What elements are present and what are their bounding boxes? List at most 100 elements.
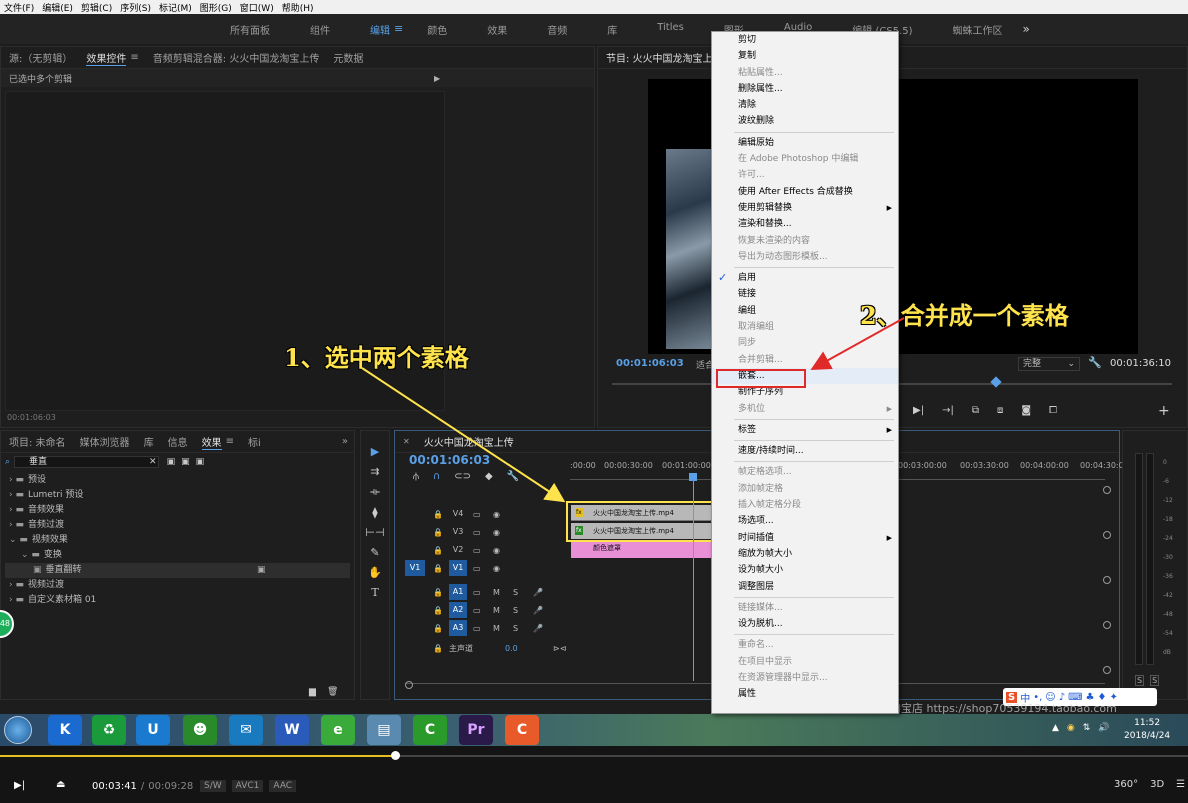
track-label[interactable]: A1 bbox=[449, 584, 467, 600]
yuv-filter-icon[interactable]: ▣ bbox=[196, 457, 205, 467]
context-menu-item[interactable]: 标签 ▶ bbox=[712, 422, 898, 438]
progress-knob[interactable] bbox=[391, 751, 400, 760]
project-panel-tab[interactable]: 效果 bbox=[201, 434, 222, 450]
add-button-icon[interactable]: + bbox=[1158, 403, 1170, 419]
folder-item[interactable]: › ▬ 预设 bbox=[5, 473, 350, 488]
context-menu-item[interactable]: 帧定格选项... bbox=[712, 464, 898, 480]
solo-button[interactable]: S bbox=[513, 624, 518, 633]
razor-tool-icon[interactable]: ⧫ bbox=[372, 506, 377, 519]
sequence-tab[interactable]: 火火中国龙淘宝上传 bbox=[424, 434, 514, 449]
timeline-settings-icon[interactable]: 🔧 bbox=[507, 471, 519, 482]
context-menu-item[interactable]: 时间插值 ▶ bbox=[712, 530, 898, 546]
track-select-tool-icon[interactable]: ⇉ bbox=[370, 465, 379, 478]
eject-icon[interactable]: ⏏ bbox=[56, 779, 65, 790]
workspace-tab[interactable]: 音频 bbox=[527, 22, 587, 37]
project-panel-tab[interactable]: 媒体浏览器 bbox=[80, 434, 130, 449]
context-menu-item[interactable]: 导出为动态图形模板... bbox=[712, 249, 898, 265]
premiere-icon[interactable]: Pr bbox=[459, 715, 493, 745]
explorer-icon[interactable]: ▤ bbox=[367, 715, 401, 745]
type-tool-icon[interactable]: T bbox=[371, 586, 378, 599]
context-menu-item[interactable]: 许可... bbox=[712, 167, 898, 183]
recycle-icon[interactable]: ♻ bbox=[92, 715, 126, 745]
workspace-tab[interactable]: 组件 bbox=[290, 22, 350, 37]
panel-expand-icon[interactable]: ▶ bbox=[434, 74, 440, 83]
tray-expand-icon[interactable]: ▲ bbox=[1052, 723, 1059, 733]
horizontal-scroll-handle[interactable] bbox=[405, 681, 413, 689]
track-label[interactable]: V4 bbox=[449, 506, 467, 522]
sync-lock-icon[interactable]: ▭ bbox=[473, 588, 481, 597]
browser-icon[interactable]: e bbox=[321, 715, 355, 745]
tray-clock[interactable]: 11:52 2018/4/24 bbox=[1124, 717, 1170, 743]
lock-icon[interactable]: 🔒 bbox=[433, 528, 443, 537]
project-panel-tab[interactable]: 库 bbox=[144, 434, 154, 449]
ripple-edit-tool-icon[interactable]: ⟛ bbox=[370, 485, 380, 499]
folder-item[interactable]: ⌄ ▬ 视频效果 bbox=[5, 533, 350, 548]
play-pause-icon[interactable]: ▶| bbox=[14, 780, 25, 791]
more-workspaces-icon[interactable]: » bbox=[1023, 22, 1030, 36]
context-menu-item[interactable]: 在资源管理器中显示... bbox=[712, 670, 898, 686]
tray-app-icon[interactable]: ◉ bbox=[1067, 723, 1075, 733]
workspace-tab[interactable]: 所有面板 bbox=[210, 22, 290, 37]
eye-icon[interactable]: ◉ bbox=[493, 528, 500, 537]
context-menu-item[interactable]: 属性 bbox=[712, 686, 898, 702]
vertical-zoom-handle[interactable] bbox=[1103, 621, 1111, 629]
workspace-tab[interactable]: 蜘蛛工作区 bbox=[933, 22, 1023, 37]
source-panel-tab[interactable]: 元数据 bbox=[333, 50, 363, 65]
folder-item[interactable]: › ▬ Lumetri 预设 bbox=[5, 488, 350, 503]
go-to-out-icon[interactable]: →| bbox=[942, 405, 954, 416]
context-menu-item[interactable]: 在 Adobe Photoshop 中编辑 bbox=[712, 151, 898, 167]
menu-item[interactable]: 标记(M) bbox=[159, 1, 192, 14]
folder-item[interactable]: › ▬ 音频效果 bbox=[5, 503, 350, 518]
camtasia-recorder-icon[interactable]: C bbox=[505, 715, 539, 745]
lock-icon[interactable]: 🔒 bbox=[433, 606, 443, 615]
add-marker-icon[interactable]: ◆ bbox=[485, 471, 493, 482]
clear-search-icon[interactable]: ✕ bbox=[149, 457, 157, 467]
project-panel-tab[interactable]: 标i bbox=[248, 434, 261, 449]
3d-icon[interactable]: 3D bbox=[1150, 779, 1164, 790]
context-menu-item[interactable]: 设为脱机... bbox=[712, 616, 898, 632]
close-sequence-icon[interactable]: ✕ bbox=[403, 437, 410, 446]
program-timecode[interactable]: 00:01:06:03 bbox=[616, 358, 684, 369]
context-menu-item[interactable]: 编辑原始 bbox=[712, 135, 898, 151]
linked-selection-icon[interactable]: ⊂⊃ bbox=[454, 471, 471, 482]
effects-search-input[interactable]: 垂直 bbox=[14, 456, 160, 468]
menu-item[interactable]: 文件(F) bbox=[4, 1, 34, 14]
project-panel-tab[interactable]: 信息 bbox=[168, 434, 188, 449]
context-menu-item[interactable]: 合并剪辑... bbox=[712, 352, 898, 368]
sync-lock-icon[interactable]: ▭ bbox=[473, 606, 481, 615]
context-menu-item[interactable]: 粘贴属性... bbox=[712, 65, 898, 81]
context-menu-item[interactable]: 波纹删除 bbox=[712, 113, 898, 129]
context-menu-item[interactable]: 场选项... bbox=[712, 513, 898, 529]
context-menu-item[interactable]: 同步 bbox=[712, 335, 898, 351]
folder-item[interactable]: › ▬ 视频过渡 bbox=[5, 578, 350, 593]
kugou-icon[interactable]: K bbox=[48, 715, 82, 745]
microphone-icon[interactable]: 🎤 bbox=[533, 588, 543, 597]
new-bin-icon[interactable]: ▆ bbox=[309, 687, 316, 697]
workspace-tab[interactable]: 效果 bbox=[467, 22, 527, 37]
folder-item[interactable]: › ▬ 自定义素材箱 01 bbox=[5, 593, 350, 608]
vertical-zoom-handle[interactable] bbox=[1103, 666, 1111, 674]
lock-icon[interactable]: 🔒 bbox=[433, 624, 443, 633]
mail-icon[interactable]: ✉ bbox=[229, 715, 263, 745]
lock-icon[interactable]: 🔒 bbox=[433, 588, 443, 597]
game-icon[interactable]: ☻ bbox=[183, 715, 217, 745]
context-menu-item[interactable]: 链接媒体... bbox=[712, 600, 898, 616]
zoom-handle-top[interactable] bbox=[1103, 486, 1111, 494]
context-menu-item[interactable]: 使用 After Effects 合成替换 bbox=[712, 184, 898, 200]
menu-item[interactable]: 编辑(E) bbox=[42, 1, 73, 14]
context-menu-item[interactable]: 剪切 bbox=[712, 32, 898, 48]
source-panel-tab[interactable]: 效果控件 bbox=[86, 50, 127, 66]
context-menu-item[interactable]: 渲染和替换... bbox=[712, 216, 898, 232]
playhead-head[interactable] bbox=[689, 473, 697, 481]
context-menu-item[interactable]: 速度/持续时间... bbox=[712, 443, 898, 459]
context-menu-item[interactable]: 在项目中显示 bbox=[712, 654, 898, 670]
timeline-playhead[interactable] bbox=[693, 473, 694, 681]
export-frame-icon[interactable]: ◙ bbox=[1021, 405, 1031, 416]
solo-right-button[interactable]: S bbox=[1150, 675, 1160, 686]
menu-item[interactable]: 序列(S) bbox=[120, 1, 151, 14]
vr-360-icon[interactable]: 360° bbox=[1114, 779, 1138, 790]
vertical-zoom-handle[interactable] bbox=[1103, 531, 1111, 539]
context-menu-item[interactable]: 缩放为帧大小 bbox=[712, 546, 898, 562]
mute-button[interactable]: M bbox=[493, 606, 500, 615]
overwrite-icon[interactable]: ⧈ bbox=[997, 405, 1003, 416]
